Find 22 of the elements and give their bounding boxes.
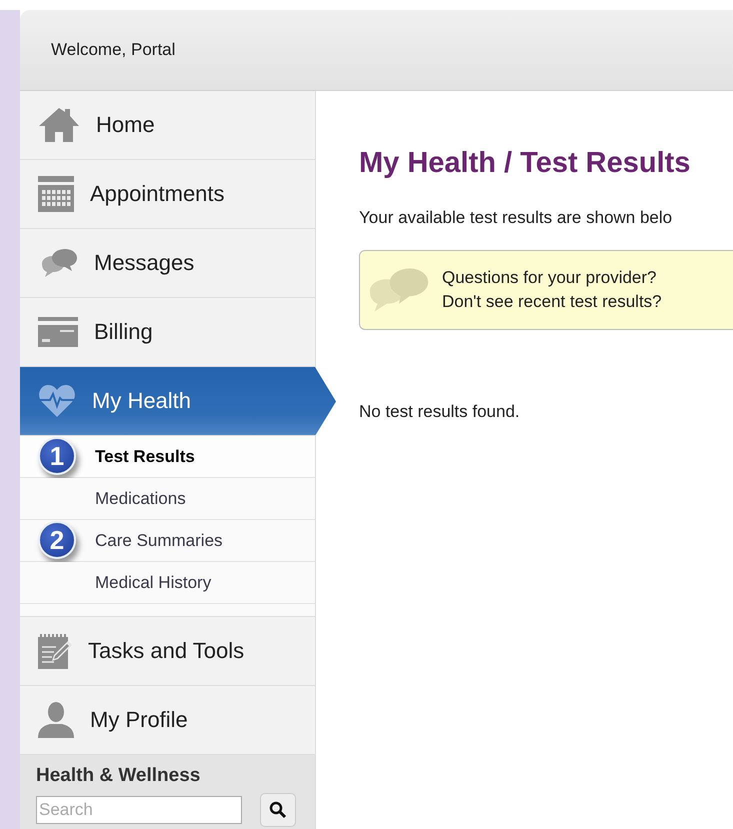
step-number-badge: 1: [38, 437, 76, 475]
page-title: My Health / Test Results: [359, 147, 692, 180]
welcome-text: Welcome, Portal: [51, 40, 176, 60]
credit-card-icon: [38, 317, 78, 347]
intro-text: Your available test results are shown belo: [359, 208, 674, 228]
section-title: Health & Wellness: [36, 765, 202, 787]
empty-message: No test results found.: [359, 402, 521, 422]
notice-text: Questions for your provider?: [442, 267, 658, 289]
person-icon: [38, 702, 74, 738]
notepad-pencil-icon: [38, 633, 72, 669]
step-number-badge: 2: [38, 521, 76, 559]
chat-icon: [368, 267, 430, 313]
nav-item[interactable]: My Health: [20, 367, 336, 436]
notice-text: Don't see recent test results?: [442, 291, 662, 313]
submenu-item[interactable]: 1 Test Results: [20, 436, 315, 478]
heart-pulse-icon: [38, 384, 76, 418]
search-button[interactable]: [260, 793, 296, 827]
search-field[interactable]: Search: [36, 796, 242, 824]
home-icon: [38, 106, 80, 144]
calendar-icon: [38, 176, 74, 212]
submenu-item[interactable]: 2 Care Summaries: [20, 520, 315, 562]
search-icon: [269, 801, 287, 819]
